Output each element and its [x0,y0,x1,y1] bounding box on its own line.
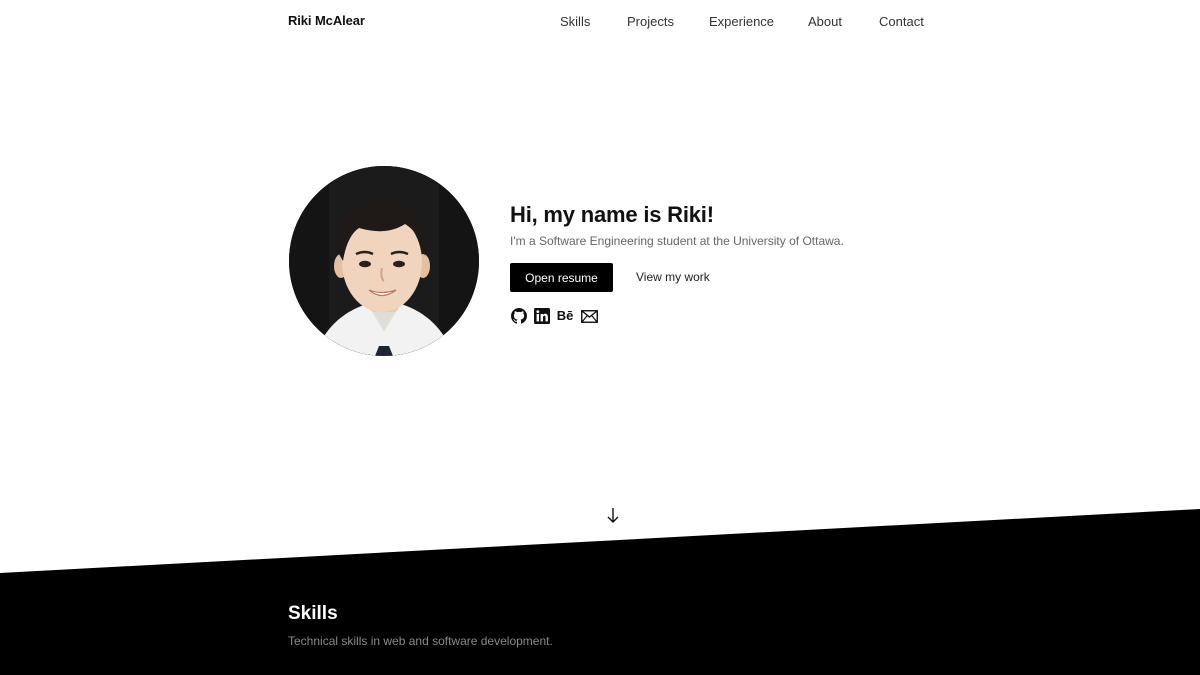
nav-link-skills[interactable]: Skills [560,14,590,29]
hero-title: Hi, my name is Riki! [510,202,714,227]
behance-icon[interactable]: Bē [556,307,574,325]
skills-section-title: Skills [288,603,338,624]
nav-link-experience[interactable]: Experience [709,14,774,29]
linkedin-icon[interactable] [533,307,551,325]
open-resume-button[interactable]: Open resume [510,263,613,292]
nav-link-about[interactable]: About [808,14,842,29]
hero-subtitle: I'm a Software Engineering student at th… [510,234,844,248]
github-icon[interactable] [510,307,528,325]
nav-link-contact[interactable]: Contact [879,14,924,29]
nav-links: Skills Projects Experience About Contact [0,14,1200,34]
nav-link-projects[interactable]: Projects [627,14,674,29]
skills-section-subtitle: Technical skills in web and software dev… [288,634,553,648]
behance-label: Bē [556,308,574,323]
section-divider [0,509,1200,675]
mail-icon[interactable] [580,307,598,325]
view-my-work-link[interactable]: View my work [636,270,710,284]
arrow-down-icon[interactable] [603,505,623,527]
profile-photo [289,166,479,356]
